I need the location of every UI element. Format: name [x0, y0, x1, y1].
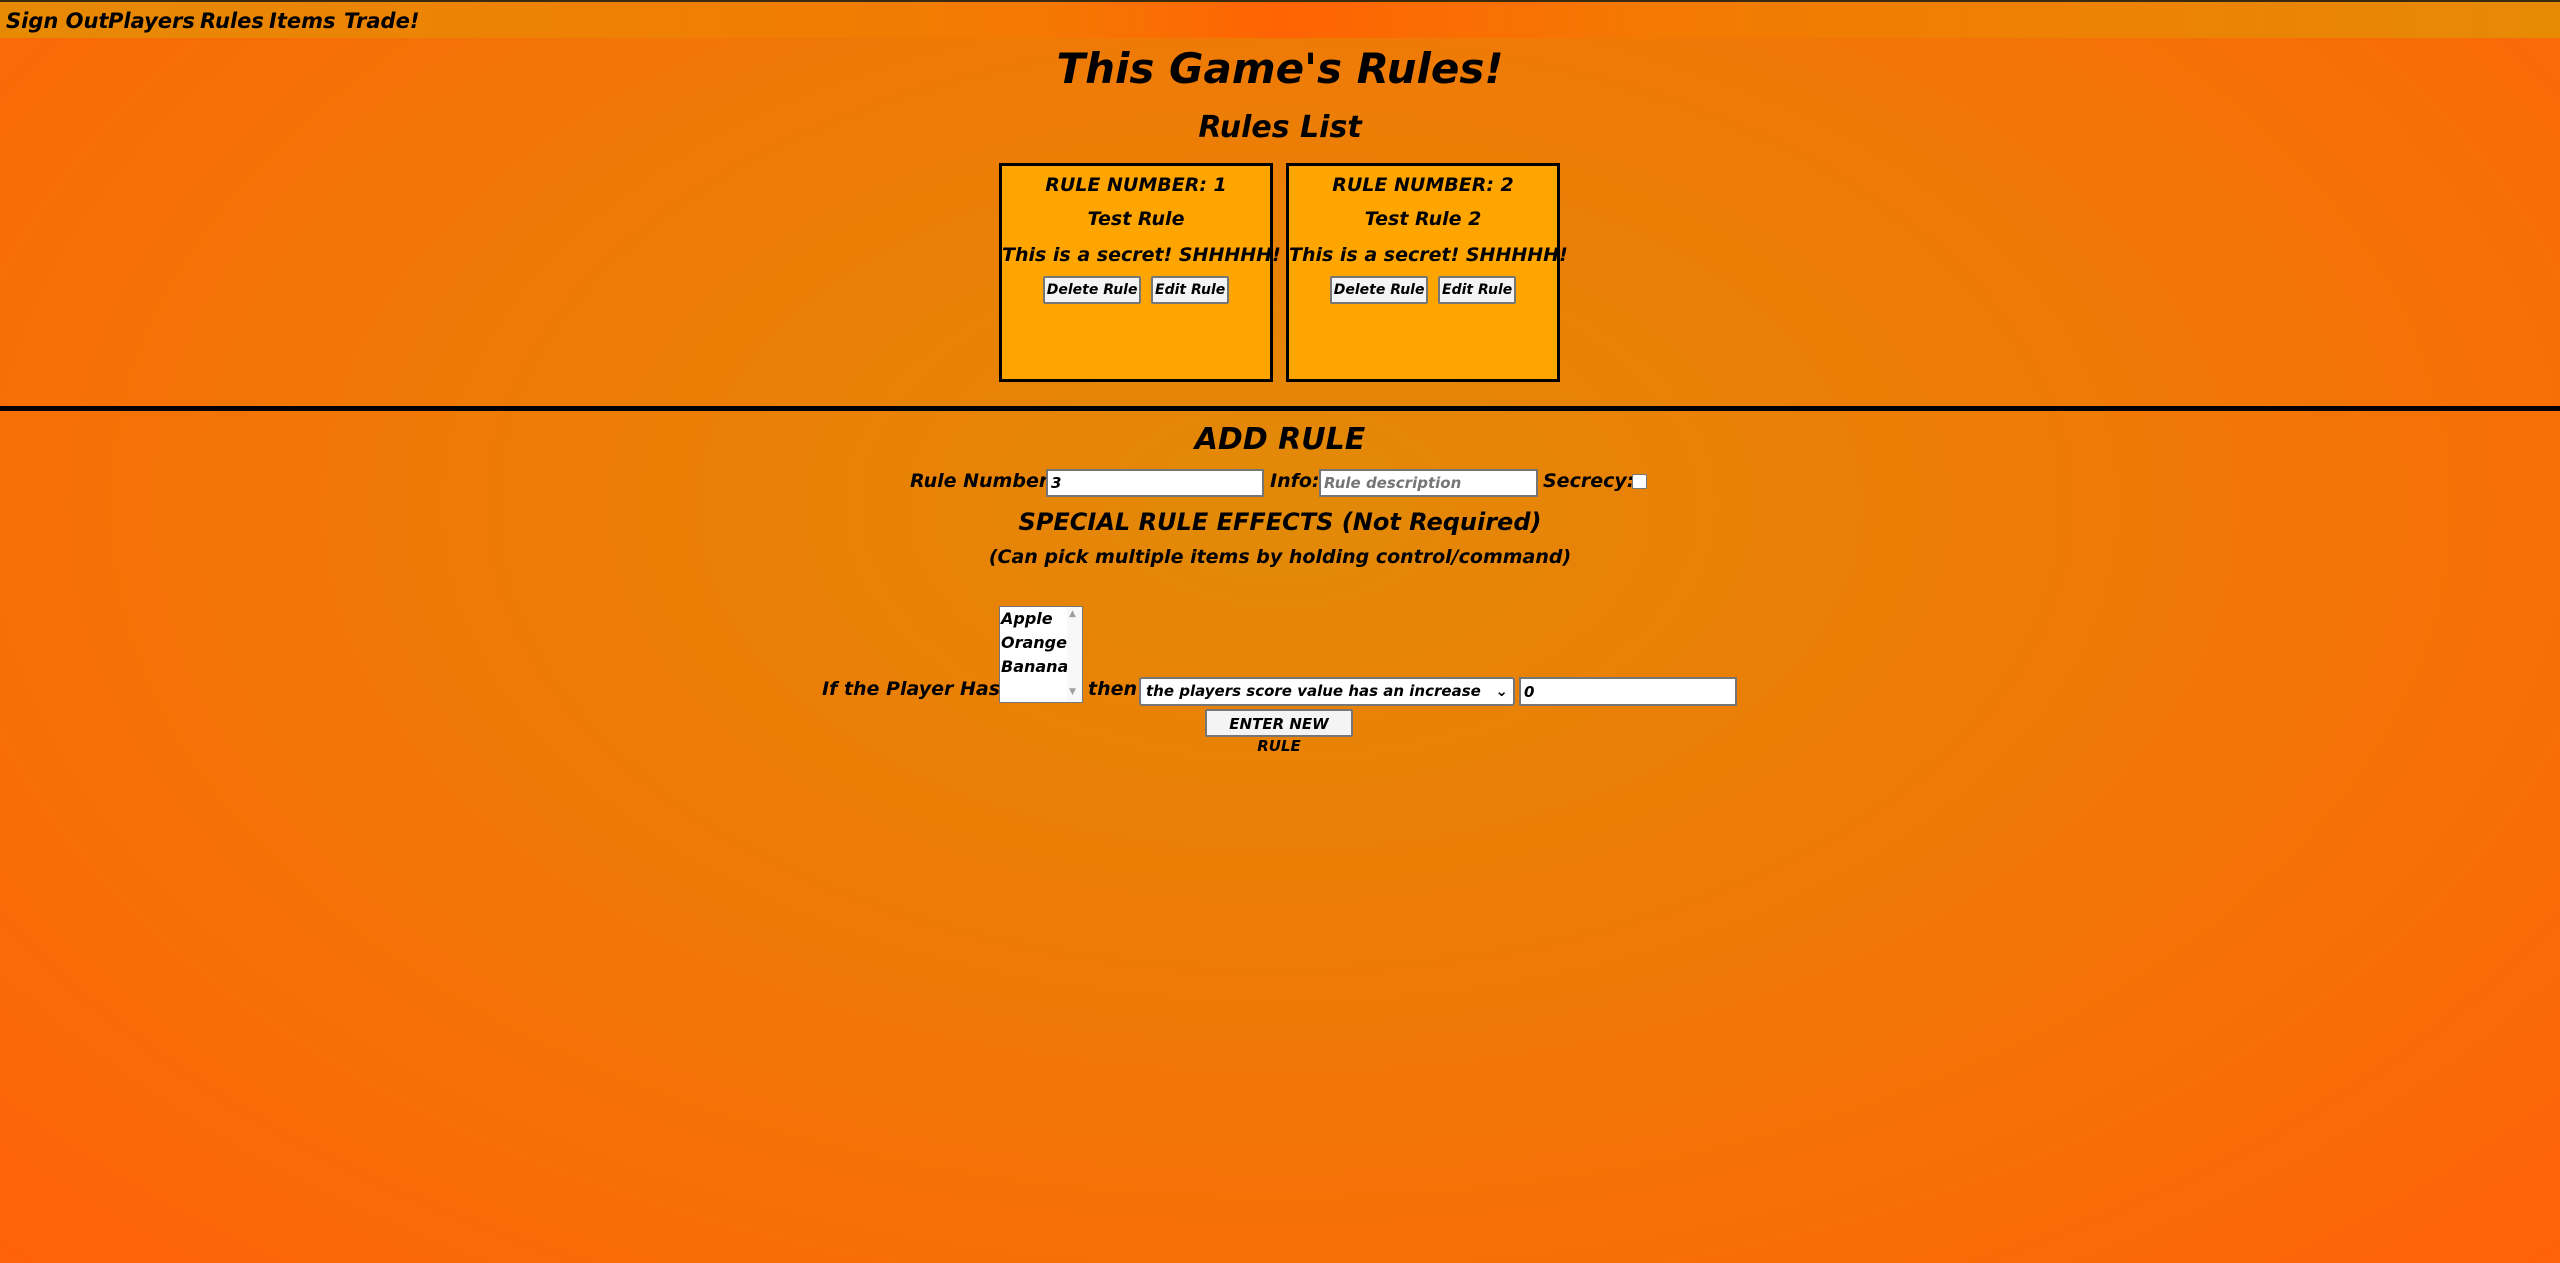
rule-description-input[interactable] [1319, 469, 1538, 497]
info-label: Info: [1270, 470, 1320, 492]
effect-select[interactable]: the players score value has an increase … [1139, 677, 1515, 706]
edit-rule-button[interactable]: Edit Rule [1438, 276, 1517, 304]
rules-list-heading: Rules List [1198, 110, 1362, 145]
item-option-banana[interactable]: Banana [1001, 655, 1068, 679]
secrecy-label: Secrecy: [1543, 470, 1635, 492]
nav-trade-link[interactable]: Trade! [344, 9, 419, 33]
listbox-scrollbar[interactable]: ▲ ▼ [1067, 607, 1082, 702]
nav-items-link[interactable]: Items [269, 9, 335, 33]
special-effects-hint: (Can pick multiple items by holding cont… [988, 546, 1572, 568]
enter-new-rule-button[interactable]: ENTER NEW RULE [1205, 709, 1353, 755]
rule-info: This is a secret! SHHHHH! [1002, 244, 1281, 266]
rule-name: Test Rule [1087, 208, 1185, 230]
rule-info: This is a secret! SHHHHH! [1289, 244, 1568, 266]
top-nav-bar: Sign Out Players Rules Items Trade! [0, 0, 2560, 38]
items-multiselect[interactable]: Apple Orange Banana ▲ ▼ [999, 606, 1083, 703]
secrecy-checkbox[interactable] [1632, 474, 1647, 489]
effect-amount-input[interactable] [1519, 677, 1737, 706]
rule-actions: Delete Rule Edit Rule [1289, 276, 1557, 304]
rule-actions: Delete Rule Edit Rule [1002, 276, 1270, 304]
item-option-apple[interactable]: Apple [1001, 607, 1053, 631]
rule-card: RULE NUMBER: 2 Test Rule 2 This is a sec… [1286, 163, 1568, 382]
if-player-has-label: If the Player Has: [822, 678, 1008, 700]
rule-number-label: Rule Number: [910, 470, 1056, 492]
chevron-down-icon: ⌄ [1495, 682, 1508, 700]
effect-select-value: the players score value has an increase … [1146, 682, 1486, 700]
special-effects-heading: SPECIAL RULE EFFECTS (Not Required) [1018, 508, 1542, 536]
nav-players-link[interactable]: Players [108, 9, 195, 33]
delete-rule-button[interactable]: Delete Rule [1042, 276, 1142, 304]
rule-number-input[interactable] [1046, 469, 1264, 497]
caret-up-icon[interactable]: ▲ [1069, 609, 1076, 619]
then-label: then [1088, 678, 1138, 700]
nav-rules-link[interactable]: Rules [200, 9, 264, 33]
add-rule-heading: ADD RULE [1194, 422, 1366, 457]
rule-card: RULE NUMBER: 1 Test Rule This is a secre… [999, 163, 1281, 382]
caret-down-icon[interactable]: ▼ [1069, 687, 1076, 697]
delete-rule-button[interactable]: Delete Rule [1329, 276, 1429, 304]
nav-sign-out-link[interactable]: Sign Out [6, 9, 108, 33]
item-option-orange[interactable]: Orange [1001, 631, 1067, 655]
page-title: This Game's Rules! [1056, 44, 1504, 93]
rule-name: Test Rule 2 [1364, 208, 1482, 230]
edit-rule-button[interactable]: Edit Rule [1151, 276, 1230, 304]
rule-number-label: RULE NUMBER: 2 [1332, 174, 1514, 196]
rule-number-label: RULE NUMBER: 1 [1045, 174, 1227, 196]
section-divider [0, 406, 2560, 411]
